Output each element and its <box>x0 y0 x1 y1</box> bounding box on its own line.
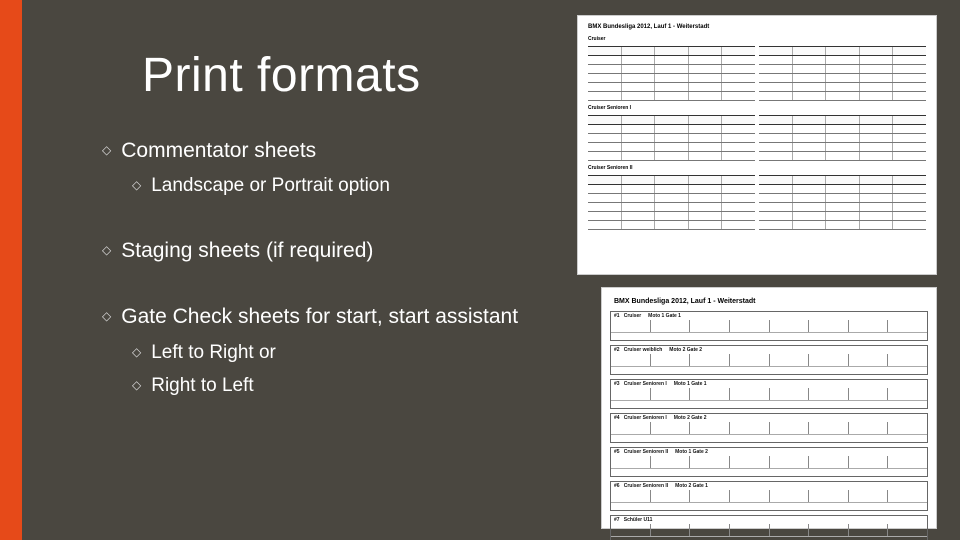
bullet-staging: ◇ Staging sheets (if required) <box>102 238 518 264</box>
thumbnail-commentator-sheet: BMX Bundesliga 2012, Lauf 1 - Weiterstad… <box>578 16 936 274</box>
bullet-icon: ◇ <box>102 304 111 328</box>
bullet-gatecheck: ◇ Gate Check sheets for start, start ass… <box>102 304 518 330</box>
bullet-text: Left to Right or <box>151 341 276 365</box>
doc-title: BMX Bundesliga 2012, Lauf 1 - Weiterstad… <box>610 296 928 307</box>
doc-preview: BMX Bundesliga 2012, Lauf 1 - Weiterstad… <box>610 296 928 520</box>
bullet-text: Landscape or Portrait option <box>151 174 390 198</box>
thumbnail-gatecheck-sheet: BMX Bundesliga 2012, Lauf 1 - Weiterstad… <box>602 288 936 528</box>
bullet-text: Commentator sheets <box>121 138 316 164</box>
slide: Print formats ◇ Commentator sheets ◇ Lan… <box>0 0 960 540</box>
bullet-text: Staging sheets (if required) <box>121 238 373 264</box>
subbullet-rtl: ◇ Right to Left <box>132 374 518 398</box>
accent-bar <box>0 0 22 540</box>
bullet-icon: ◇ <box>132 341 141 363</box>
bullet-icon: ◇ <box>102 138 111 162</box>
bullet-commentator: ◇ Commentator sheets <box>102 138 518 164</box>
bullet-icon: ◇ <box>132 174 141 196</box>
subbullet-landscape: ◇ Landscape or Portrait option <box>132 174 518 198</box>
doc-preview: BMX Bundesliga 2012, Lauf 1 - Weiterstad… <box>584 22 930 268</box>
slide-body: ◇ Commentator sheets ◇ Landscape or Port… <box>102 124 518 398</box>
bullet-icon: ◇ <box>102 238 111 262</box>
subbullet-ltr: ◇ Left to Right or <box>132 341 518 365</box>
slide-title: Print formats <box>142 48 421 103</box>
bullet-text: Gate Check sheets for start, start assis… <box>121 304 518 330</box>
doc-title: BMX Bundesliga 2012, Lauf 1 - Weiterstad… <box>584 22 930 32</box>
bullet-icon: ◇ <box>132 374 141 396</box>
bullet-text: Right to Left <box>151 374 253 398</box>
